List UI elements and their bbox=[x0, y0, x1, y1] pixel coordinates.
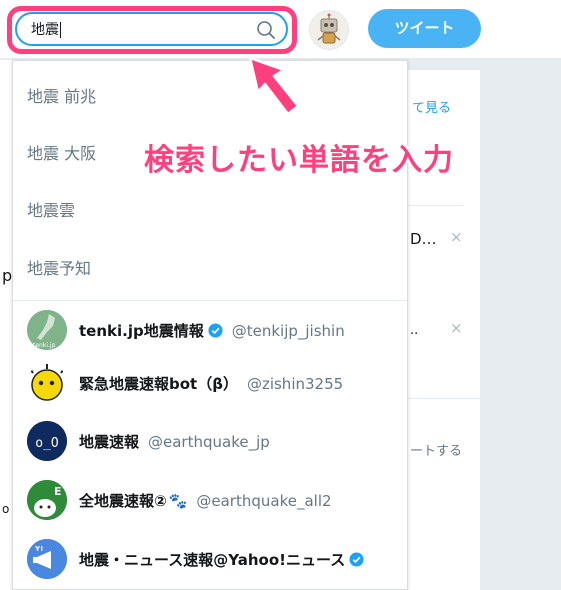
avatar-text: Y! bbox=[34, 545, 43, 553]
megaphone-avatar-icon: Y! bbox=[27, 539, 67, 579]
callout-text: 検索したい単語を入力 bbox=[144, 143, 454, 178]
search-icon[interactable] bbox=[256, 20, 276, 40]
background-snippet: .. bbox=[410, 323, 419, 338]
retweet-snippet: ートする bbox=[410, 444, 463, 459]
callout-arrow-icon bbox=[248, 56, 300, 116]
dismiss-icon[interactable]: × bbox=[450, 228, 463, 246]
left-text-fragment: o bbox=[2, 502, 10, 516]
face-avatar-icon: o_O bbox=[27, 421, 67, 461]
user-display-name: tenki.jp地震情報 bbox=[79, 322, 204, 340]
user-handle: @zishin3255 bbox=[246, 375, 344, 393]
tweet-button[interactable]: ツイート bbox=[368, 9, 481, 48]
user-avatar: tenki.jp bbox=[27, 310, 67, 350]
background-divider bbox=[408, 205, 463, 206]
user-name: 地震速報 @earthquake_jp bbox=[79, 431, 270, 452]
user-avatar: o_O bbox=[27, 421, 67, 461]
cat-avatar-icon: E bbox=[27, 480, 67, 520]
avatar-text: o_O bbox=[35, 436, 59, 451]
user-result-row[interactable]: o_O 地震速報 @earthquake_jp bbox=[13, 411, 407, 471]
suggestion-item[interactable]: 地震 前兆 bbox=[13, 69, 407, 125]
trend-snippet: D… bbox=[410, 230, 437, 248]
user-name: 緊急地震速報bot（β） @zishin3255 bbox=[79, 373, 343, 394]
search-input[interactable]: 地震 bbox=[15, 12, 288, 46]
verified-badge-icon bbox=[208, 323, 223, 338]
suggestion-item[interactable]: 地震予知 bbox=[13, 241, 407, 297]
suggestion-item[interactable]: 地震雲 bbox=[13, 183, 407, 239]
user-result-row[interactable]: tenki.jp tenki.jp地震情報 @tenkijp_jishin bbox=[13, 300, 407, 360]
user-display-name: 地震速報 bbox=[79, 433, 140, 451]
user-display-name: 緊急地震速報bot（β） bbox=[79, 375, 238, 393]
dismiss-icon[interactable]: × bbox=[450, 319, 463, 337]
user-handle: @earthquake_all2 bbox=[196, 492, 332, 510]
user-display-name: 地震・ニュース速報@Yahoo!ニュース bbox=[79, 551, 346, 569]
avatar-text: tenki.jp bbox=[33, 342, 56, 349]
paw-icon: 🐾 bbox=[168, 492, 188, 510]
user-name: 全地震速報② 🐾 @earthquake_all2 bbox=[79, 490, 332, 511]
verified-badge-icon bbox=[349, 552, 364, 567]
user-name: 地震・ニュース速報@Yahoo!ニュース bbox=[79, 549, 364, 570]
map-avatar-icon: tenki.jp bbox=[27, 310, 67, 350]
avatar-text: E bbox=[54, 485, 62, 498]
alarm-bot-avatar-icon bbox=[28, 364, 66, 401]
see-more-link[interactable]: て見る bbox=[412, 97, 451, 116]
user-name: tenki.jp地震情報 @tenkijp_jishin bbox=[79, 320, 345, 341]
user-avatar: E bbox=[27, 480, 67, 520]
user-avatar: Y! bbox=[27, 539, 67, 579]
search-query[interactable]: 地震 bbox=[31, 22, 61, 38]
user-result-row[interactable]: 緊急地震速報bot（β） @zishin3255 bbox=[13, 353, 407, 413]
left-text-fragment: p bbox=[2, 266, 13, 285]
user-result-row[interactable]: E 全地震速報② 🐾 @earthquake_all2 bbox=[13, 470, 407, 530]
user-handle: @tenkijp_jishin bbox=[231, 322, 345, 340]
user-display-name: 全地震速報② bbox=[79, 492, 167, 510]
user-handle: @earthquake_jp bbox=[148, 433, 270, 451]
user-result-row[interactable]: Y! 地震・ニュース速報@Yahoo!ニュース bbox=[13, 529, 407, 589]
user-avatar bbox=[27, 363, 67, 403]
background-divider bbox=[408, 398, 480, 399]
